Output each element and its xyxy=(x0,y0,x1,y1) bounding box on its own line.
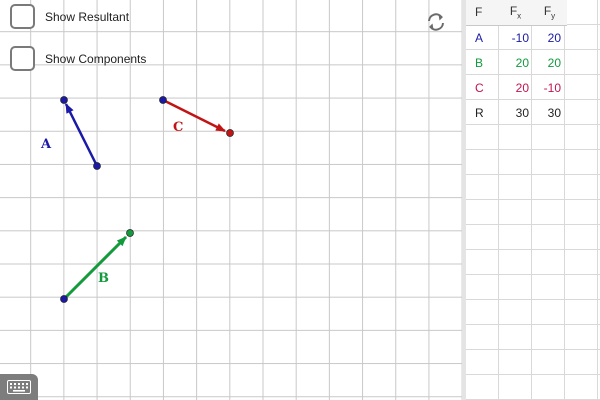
show-components-label[interactable]: Show Components xyxy=(45,52,146,66)
vector-a-head-point[interactable] xyxy=(60,96,68,104)
cell-fx[interactable]: 20 xyxy=(499,75,532,100)
cell-fy[interactable]: 20 xyxy=(532,50,567,75)
vector-a-tail-point[interactable] xyxy=(93,162,101,170)
show-resultant-checkbox[interactable]: Show Resultant xyxy=(10,4,129,29)
table-row: A -10 20 xyxy=(466,25,567,50)
header-fx[interactable]: Fx xyxy=(499,0,532,26)
cell-fx[interactable]: -10 xyxy=(499,25,532,50)
keyboard-button[interactable] xyxy=(0,374,38,400)
table-header-row: F Fx Fy xyxy=(466,0,567,26)
vector-b[interactable] xyxy=(60,229,134,303)
vector-c[interactable] xyxy=(159,96,234,137)
cell-fy[interactable]: -10 xyxy=(532,75,567,100)
reset-button[interactable] xyxy=(424,10,448,34)
vector-a-label: A xyxy=(41,137,52,152)
show-components-checkbox-box[interactable] xyxy=(10,46,35,71)
cell-fx[interactable]: 20 xyxy=(499,50,532,75)
vector-c-tail-point[interactable] xyxy=(159,96,167,104)
table-row: C 20 -10 xyxy=(466,75,567,100)
header-f[interactable]: F xyxy=(466,0,499,26)
reset-icon xyxy=(428,13,444,31)
vector-b-head-point[interactable] xyxy=(126,229,134,237)
table-row: R 30 30 xyxy=(466,100,567,125)
header-fy[interactable]: Fy xyxy=(532,0,567,26)
show-resultant-label[interactable]: Show Resultant xyxy=(45,10,129,24)
graphics-view[interactable]: A B C Show Resultant Show Components xyxy=(0,0,462,400)
vector-a[interactable] xyxy=(60,96,101,170)
show-resultant-checkbox-box[interactable] xyxy=(10,4,35,29)
vector-c-label: C xyxy=(173,120,184,135)
vector-b-tail-point[interactable] xyxy=(60,295,68,303)
cell-f[interactable]: R xyxy=(466,100,499,125)
vector-b-label: B xyxy=(98,271,109,286)
force-table: F Fx Fy A -10 20 B 20 20 C 20 -10 R 30 3… xyxy=(466,0,567,125)
cell-f[interactable]: A xyxy=(466,25,499,50)
keyboard-icon xyxy=(7,380,31,394)
cell-fx[interactable]: 30 xyxy=(499,100,532,125)
cell-f[interactable]: B xyxy=(466,50,499,75)
cell-fy[interactable]: 20 xyxy=(532,25,567,50)
cell-fy[interactable]: 30 xyxy=(532,100,567,125)
show-components-checkbox[interactable]: Show Components xyxy=(10,46,146,71)
table-row: B 20 20 xyxy=(466,50,567,75)
cell-f[interactable]: C xyxy=(466,75,499,100)
spreadsheet-view[interactable]: F Fx Fy A -10 20 B 20 20 C 20 -10 R 30 3… xyxy=(466,0,600,400)
vector-c-head-point[interactable] xyxy=(226,129,234,137)
